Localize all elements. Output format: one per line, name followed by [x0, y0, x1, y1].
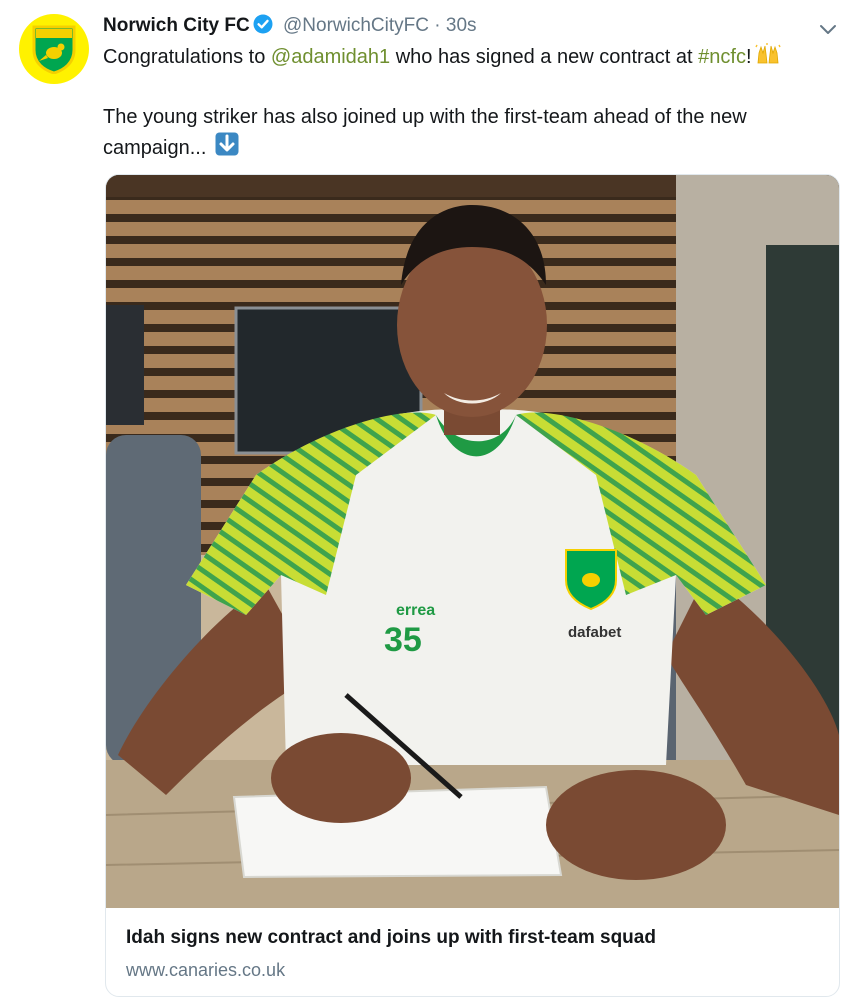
link-card[interactable]: errea 35 dafabet Idah signs new contract… — [105, 174, 840, 997]
chevron-down-icon[interactable] — [817, 18, 839, 40]
down-arrow-emoji — [215, 132, 239, 165]
card-url[interactable]: www.canaries.co.uk — [126, 960, 285, 981]
text-segment: Congratulations to — [103, 46, 271, 68]
separator: · — [434, 15, 441, 36]
hashtag-link[interactable]: #ncfc — [698, 46, 746, 68]
kit-brand-text: errea — [396, 602, 435, 619]
norwich-crest-icon — [32, 25, 76, 74]
mention-link[interactable]: @adamidah1 — [271, 46, 390, 68]
sponsor-text: dafabet — [568, 624, 621, 641]
author-name[interactable]: Norwich City FC — [103, 15, 250, 36]
tweet-text: Congratulations to @adamidah1 who has si… — [103, 43, 833, 165]
tweet-line-1: Congratulations to @adamidah1 who has si… — [103, 43, 833, 74]
text-segment: who has signed a new contract at — [390, 46, 699, 68]
raised-hands-emoji — [754, 43, 781, 74]
card-title[interactable]: Idah signs new contract and joins up wit… — [126, 927, 656, 949]
shirt-number-text: 35 — [384, 621, 422, 659]
author-handle[interactable]: @NorwichCityFC — [283, 15, 429, 36]
tweet-header: Norwich City FC @NorwichCityFC · 30s — [103, 13, 477, 42]
avatar[interactable] — [19, 14, 89, 84]
text-segment: ! — [745, 46, 752, 68]
timestamp[interactable]: 30s — [446, 15, 477, 36]
text-segment: The young striker has also joined up wit… — [103, 106, 747, 159]
tweet-line-2: The young striker has also joined up wit… — [103, 103, 833, 165]
card-photo[interactable]: errea 35 dafabet — [106, 175, 839, 908]
verified-badge-icon — [253, 14, 273, 42]
